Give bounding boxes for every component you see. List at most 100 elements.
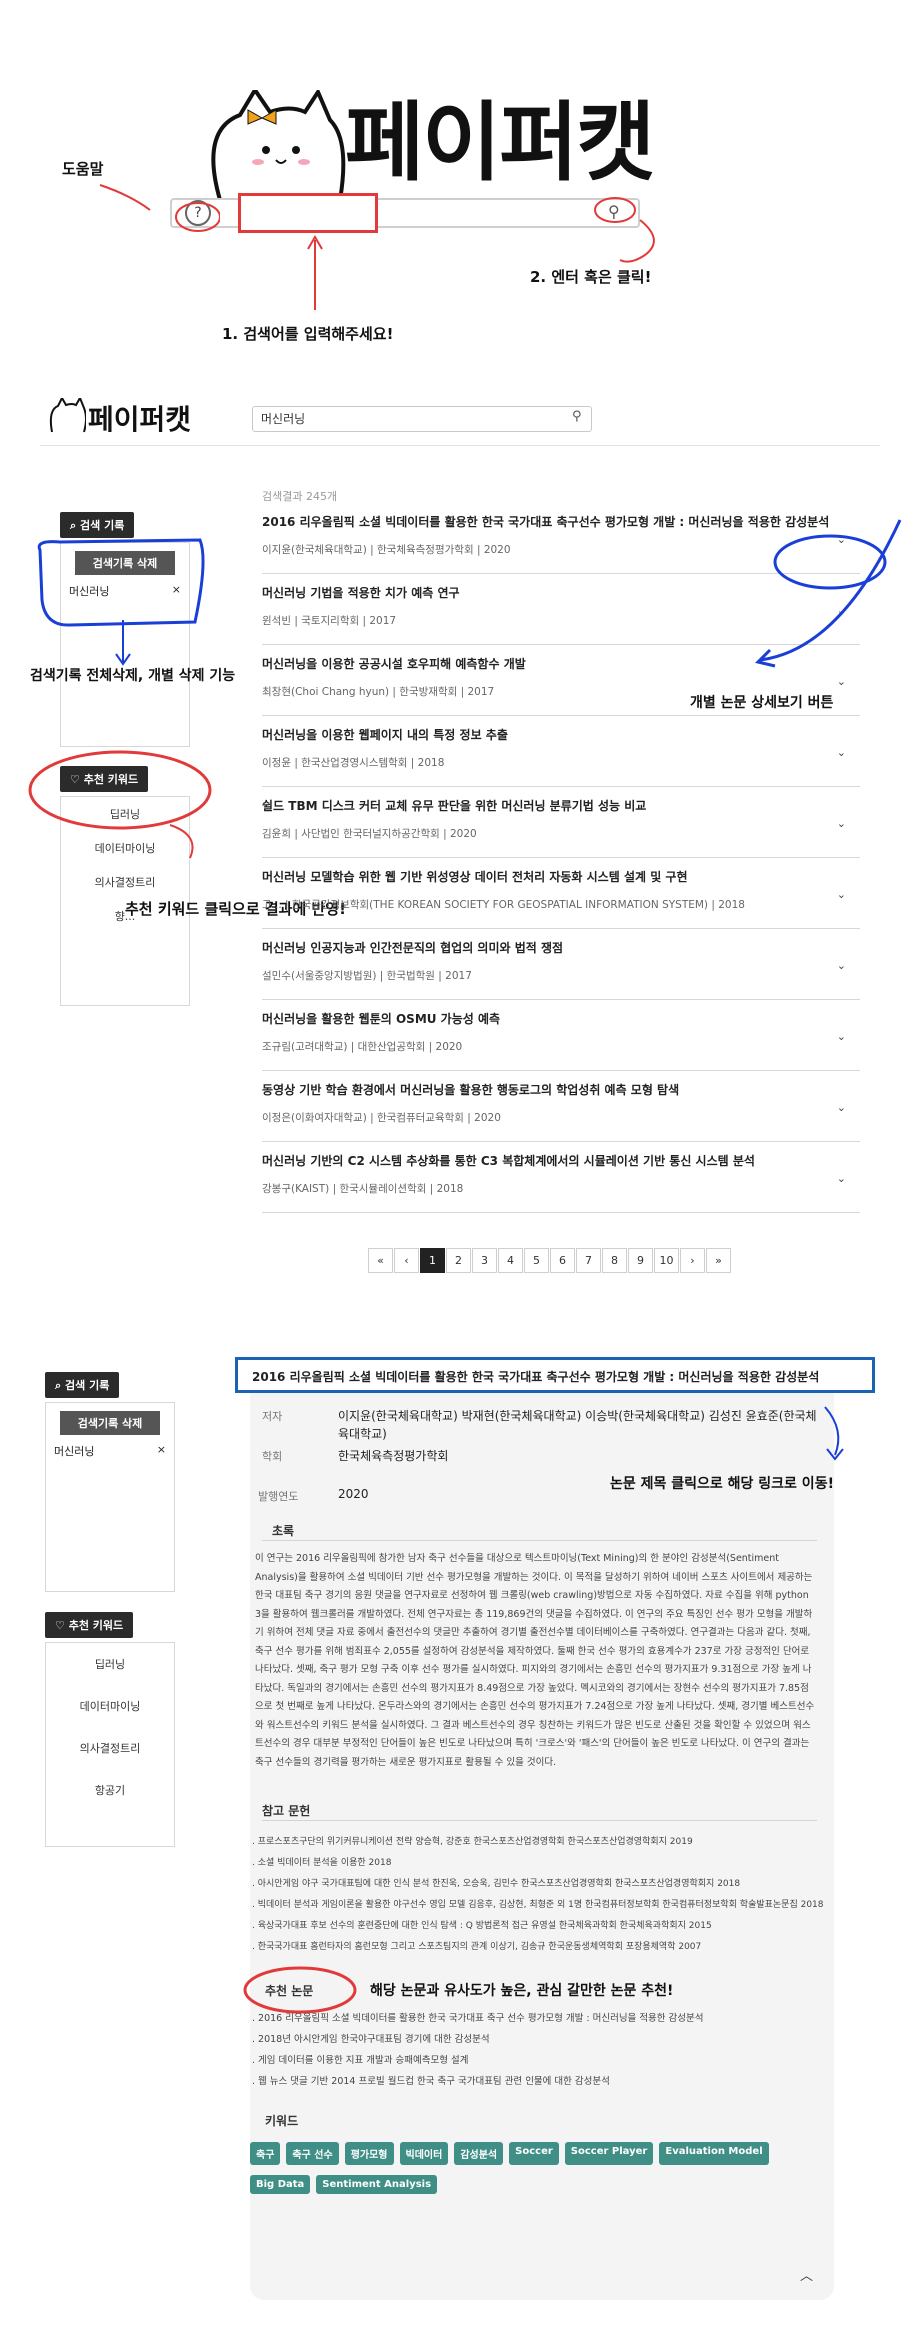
- page-button[interactable]: 7: [576, 1248, 601, 1273]
- history-item[interactable]: 머신러닝 ×: [46, 1439, 174, 1463]
- year-label: 발행연도: [258, 1490, 299, 1503]
- history-panel-detail: ⌕ 검색 기록 검색기록 삭제 머신러닝 ×: [45, 1372, 175, 1592]
- expand-chevron-icon[interactable]: ⌄: [837, 817, 846, 830]
- page-next-button[interactable]: ›: [680, 1248, 705, 1273]
- page-first-button[interactable]: «: [368, 1248, 393, 1273]
- keyword-item[interactable]: 데이터마이닝: [46, 1685, 174, 1727]
- result-meta: 이정은(이화여자대학교) | 한국컴퓨터교육학회 | 2020: [262, 1112, 501, 1124]
- result-meta: 고... | 한국공간정보학회(THE KOREAN SOCIETY FOR G…: [262, 899, 745, 911]
- result-item[interactable]: 쉴드 TBM 디스크 커터 교체 유무 판단을 위한 머신러닝 분류기법 성능 …: [262, 787, 860, 858]
- result-item[interactable]: 동영상 기반 학습 환경에서 머신러닝을 활용한 행동로그의 학업성취 예측 모…: [262, 1071, 860, 1142]
- recommended-item[interactable]: . 2016 리우올림픽 소셜 빅데이터를 활용한 한국 국가대표 축구 선수 …: [252, 2008, 812, 2029]
- references-divider: [262, 1820, 817, 1821]
- page-button[interactable]: 5: [524, 1248, 549, 1273]
- keyword-chip[interactable]: 축구: [250, 2142, 281, 2165]
- page-button[interactable]: 9: [628, 1248, 653, 1273]
- pagination: « ‹ 1 2 3 4 5 6 7 8 9 10 › »: [368, 1248, 732, 1273]
- keyword-chip[interactable]: 평가모형: [344, 2142, 394, 2165]
- result-item[interactable]: 머신러닝을 이용한 웹페이지 내의 특정 정보 추출이정윤 | 한국산업경영시스…: [262, 716, 860, 787]
- cat-mascot-icon: [211, 90, 346, 201]
- history-item-label: 머신러닝: [54, 1445, 95, 1458]
- annotation-detail: 개별 논문 상세보기 버튼: [690, 695, 834, 711]
- expand-chevron-icon[interactable]: ⌄: [837, 1101, 846, 1114]
- recommended-item[interactable]: . 웹 뉴스 댓글 기반 2014 프로빌 월드컵 한국 축구 국가대표팀 관련…: [252, 2071, 812, 2092]
- result-count: 검색결과 245개: [262, 490, 338, 503]
- remove-history-icon[interactable]: ×: [157, 1443, 166, 1459]
- collapse-chevron-icon[interactable]: ︿: [800, 2265, 813, 2284]
- keyword-panel-detail: ♡ 추천 키워드 딥러닝 데이터마이닝 의사결정트리 항공기: [45, 1612, 175, 1847]
- header-search-input[interactable]: 머신러닝: [252, 406, 592, 432]
- keyword-item[interactable]: 항공기: [46, 1769, 174, 1811]
- keyword-chip[interactable]: Evaluation Model: [659, 2142, 769, 2165]
- annotation-recommend: 해당 논문과 유사도가 높은, 관심 갈만한 논문 추천!: [370, 1983, 674, 1999]
- expand-chevron-icon[interactable]: ⌄: [837, 746, 846, 759]
- result-title[interactable]: 머신러닝을 활용한 웹툰의 OSMU 가능성 예측: [262, 1010, 860, 1027]
- reference-item[interactable]: . 프로스포츠구단의 위기커뮤니케이션 전략 양승혁, 강준호 한국스포츠산업경…: [252, 1832, 832, 1853]
- recommended-item[interactable]: . 게임 데이터를 이용한 지표 개발과 승패예측모형 설계: [252, 2050, 812, 2071]
- hero-search-input[interactable]: [238, 193, 378, 233]
- page-button-current[interactable]: 1: [420, 1248, 445, 1273]
- result-item[interactable]: 머신러닝을 활용한 웹툰의 OSMU 가능성 예측조규림(고려대학교) | 대한…: [262, 1000, 860, 1071]
- result-title[interactable]: 머신러닝 기반의 C2 시스템 추상화를 통한 C3 복합체계에서의 시뮬레이션…: [262, 1152, 860, 1169]
- annotation-input: 1. 검색어를 입력해주세요!: [222, 325, 394, 343]
- result-title[interactable]: 머신러닝을 이용한 웹페이지 내의 특정 정보 추출: [262, 726, 860, 743]
- page-button[interactable]: 10: [654, 1248, 679, 1273]
- recommended-list: . 2016 리우올림픽 소셜 빅데이터를 활용한 한국 국가대표 축구 선수 …: [252, 2008, 812, 2092]
- result-title[interactable]: 머신러닝 모델학습 위한 웹 기반 위성영상 데이터 전처리 자동화 시스템 설…: [262, 868, 860, 885]
- tab-history[interactable]: ⌕ 검색 기록: [45, 1372, 120, 1398]
- result-title[interactable]: 머신러닝 인공지능과 인간전문직의 협업의 의미와 법적 쟁점: [262, 939, 860, 956]
- result-title[interactable]: 동영상 기반 학습 환경에서 머신러닝을 활용한 행동로그의 학업성취 예측 모…: [262, 1081, 860, 1098]
- result-meta: 조규림(고려대학교) | 대한산업공학회 | 2020: [262, 1041, 463, 1053]
- expand-chevron-icon[interactable]: ⌄: [837, 1172, 846, 1185]
- result-meta: 설민수(서울중앙지방법원) | 한국법학원 | 2017: [262, 970, 472, 982]
- keyword-item[interactable]: 의사결정트리: [46, 1727, 174, 1769]
- keyword-item[interactable]: 의사결정트리: [61, 865, 189, 899]
- reference-item[interactable]: . 아시안게임 야구 국가대표팀에 대한 인식 분석 한진욱, 오승욱, 김민수…: [252, 1874, 832, 1895]
- result-item[interactable]: 머신러닝 기반의 C2 시스템 추상화를 통한 C3 복합체계에서의 시뮬레이션…: [262, 1142, 860, 1213]
- keyword-chip[interactable]: 감성분석: [454, 2142, 504, 2165]
- reference-item[interactable]: . 육상국가대표 후보 선수의 훈련중단에 대한 인식 탐색 : Q 방법론적 …: [252, 1916, 832, 1937]
- keyword-chip[interactable]: Big Data: [250, 2175, 311, 2194]
- clear-history-button[interactable]: 검색기록 삭제: [60, 1411, 160, 1435]
- keywords-heading: 키워드: [265, 2114, 299, 2128]
- detail-title-link[interactable]: 2016 리우올림픽 소셜 빅데이터를 활용한 한국 국가대표 축구선수 평가모…: [235, 1357, 875, 1393]
- reference-item[interactable]: . 한국국가대표 홈런타자의 홈런모형 그리고 스포츠팀지의 관계 이상기, 김…: [252, 1937, 832, 1958]
- page-prev-button[interactable]: ‹: [394, 1248, 419, 1273]
- abstract-heading: 초록: [272, 1524, 295, 1538]
- authors-line: 육대학교): [338, 1427, 387, 1441]
- society-value: 한국체육측정평가학회: [338, 1449, 449, 1463]
- page-button[interactable]: 2: [446, 1248, 471, 1273]
- reference-item[interactable]: . 빅데이터 분석과 게임이론을 활용한 야구선수 영입 모델 김응후, 김상현…: [252, 1895, 832, 1916]
- annotation-keyword-outline-icon: [28, 750, 212, 859]
- search-icon[interactable]: ⚲: [572, 409, 582, 424]
- page-last-button[interactable]: »: [706, 1248, 731, 1273]
- recommended-item[interactable]: . 2018년 아시안게임 한국야구대표팀 경기에 대한 감성분석: [252, 2029, 812, 2050]
- result-item[interactable]: 머신러닝 인공지능과 인간전문직의 협업의 의미와 법적 쟁점설민수(서울중앙지…: [262, 929, 860, 1000]
- expand-chevron-icon[interactable]: ⌄: [837, 1030, 846, 1043]
- page-button[interactable]: 8: [602, 1248, 627, 1273]
- reference-item[interactable]: . 소셜 빅데이터 분석을 이용한 2018: [252, 1853, 832, 1874]
- keyword-chip[interactable]: Soccer: [509, 2142, 559, 2165]
- keyword-item[interactable]: 딥러닝: [46, 1643, 174, 1685]
- result-meta: 강봉구(KAIST) | 한국시뮬레이션학회 | 2018: [262, 1183, 464, 1195]
- result-meta: 김윤희 | 사단법인 한국터널지하공간학회 | 2020: [262, 828, 477, 840]
- keyword-chip[interactable]: 축구 선수: [286, 2142, 339, 2165]
- annotation-help-arrow-icon: [99, 184, 220, 232]
- page-button[interactable]: 6: [550, 1248, 575, 1273]
- year-value: 2020: [338, 1487, 369, 1501]
- header-divider: [40, 445, 880, 446]
- tab-keywords[interactable]: ♡ 추천 키워드: [45, 1612, 134, 1638]
- header-logo[interactable]: 페이퍼캣: [88, 398, 191, 438]
- expand-chevron-icon[interactable]: ⌄: [837, 959, 846, 972]
- result-item[interactable]: 머신러닝 모델학습 위한 웹 기반 위성영상 데이터 전처리 자동화 시스템 설…: [262, 858, 860, 929]
- result-title[interactable]: 쉴드 TBM 디스크 커터 교체 유무 판단을 위한 머신러닝 분류기법 성능 …: [262, 797, 860, 814]
- keyword-chip[interactable]: Soccer Player: [564, 2142, 654, 2165]
- author-label: 저자: [262, 1410, 283, 1423]
- expand-chevron-icon[interactable]: ⌄: [837, 888, 846, 901]
- page-button[interactable]: 3: [472, 1248, 497, 1273]
- keyword-chip[interactable]: 빅데이터: [399, 2142, 449, 2165]
- abstract-divider: [262, 1540, 817, 1541]
- page-button[interactable]: 4: [498, 1248, 523, 1273]
- result-meta: 이정윤 | 한국산업경영시스템학회 | 2018: [262, 757, 445, 769]
- keyword-chip[interactable]: Sentiment Analysis: [316, 2175, 438, 2194]
